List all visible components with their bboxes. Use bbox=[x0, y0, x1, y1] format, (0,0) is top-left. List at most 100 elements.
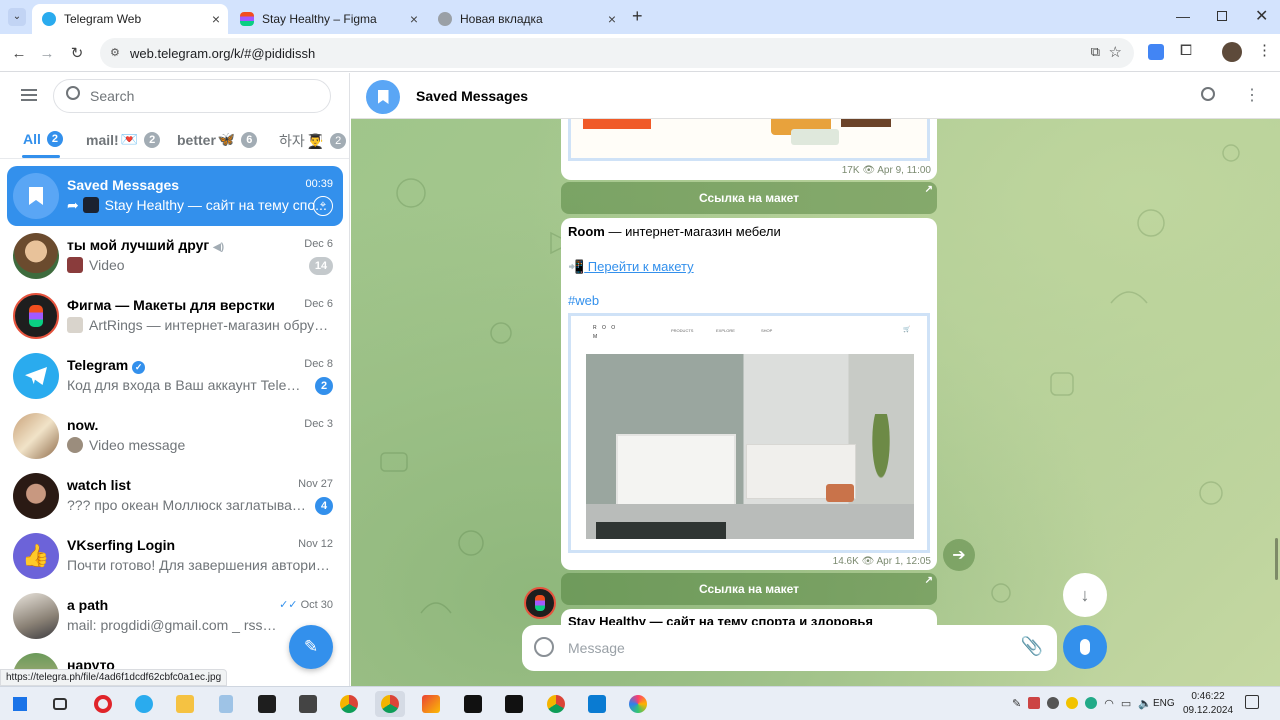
tab-telegram-web[interactable]: Telegram Web × bbox=[32, 4, 228, 34]
new-tab-button[interactable]: + bbox=[632, 6, 643, 27]
chrome-taskbar-icon[interactable] bbox=[334, 691, 364, 717]
forward-message-button[interactable]: ➔ bbox=[943, 539, 975, 571]
more-options-icon[interactable]: ⋮ bbox=[1244, 85, 1260, 105]
forward-icon[interactable]: → bbox=[36, 42, 58, 64]
back-icon[interactable]: ← bbox=[8, 42, 30, 64]
folder-label: All bbox=[23, 131, 41, 147]
close-tab-icon[interactable]: × bbox=[608, 12, 616, 26]
translate-icon[interactable] bbox=[1148, 44, 1164, 60]
view-count: 14.6K bbox=[832, 556, 859, 567]
extensions-icon[interactable]: ⧠ bbox=[1180, 42, 1192, 59]
app-star-icon[interactable] bbox=[458, 691, 488, 717]
search-messages-icon[interactable] bbox=[1201, 87, 1215, 101]
layout-link[interactable]: 📲 Перейти к макету bbox=[568, 259, 694, 275]
chrome-active-taskbar-icon[interactable] bbox=[375, 691, 405, 717]
preview-hero-image bbox=[586, 354, 914, 539]
link-hover-status: https://telegra.ph/file/4ad6f1dcdf62cbfc… bbox=[0, 669, 228, 686]
preview-box bbox=[791, 129, 839, 145]
tray-icons[interactable]: ✎ ◠ ▭ 🔈 bbox=[1012, 697, 1152, 710]
task-view-icon[interactable] bbox=[45, 691, 75, 717]
chat-item-best-friend[interactable]: ты мой лучший друг ◀) Video Dec 6 14 bbox=[7, 226, 343, 286]
hashtag[interactable]: #web bbox=[568, 293, 599, 308]
folder-count: 2 bbox=[330, 133, 347, 149]
main-menu-icon[interactable] bbox=[21, 89, 37, 101]
chrome-glyph bbox=[340, 695, 358, 713]
folder-tab-all[interactable]: All 2 bbox=[23, 131, 63, 147]
gmail-icon[interactable] bbox=[416, 691, 446, 717]
preview-plant bbox=[866, 414, 896, 504]
chat-title[interactable]: Saved Messages bbox=[416, 88, 528, 104]
chat-list-sidebar: Search All 2 mail! 💌 2 better 🦋 6 하자 👨‍🎓… bbox=[0, 73, 350, 686]
scroll-down-button[interactable]: ↓ bbox=[1063, 573, 1107, 617]
chat-date: Dec 3 bbox=[304, 418, 333, 430]
attach-icon[interactable]: 📎 bbox=[1021, 636, 1043, 657]
vscode-icon[interactable] bbox=[582, 691, 612, 717]
clock-time: 0:46:22 bbox=[1191, 691, 1225, 702]
address-bar[interactable]: ⚙ web.telegram.org/k/#@pididissh ⧉ ☆ bbox=[100, 38, 1134, 68]
preview-orange-button bbox=[583, 119, 651, 129]
link-preview-image[interactable]: R O O M PRODUCTS EXPLORE SHOP 🛒 bbox=[568, 313, 930, 553]
folder-tab-haja[interactable]: 하자 👨‍🎓 2 bbox=[279, 131, 347, 151]
site-info-icon[interactable]: ⚙ bbox=[110, 46, 120, 59]
chat-item-vkserfing[interactable]: 👍 VKserfing Login Почти готово! Для заве… bbox=[7, 526, 343, 586]
preview-thumbnail bbox=[82, 197, 99, 213]
link-preview-image[interactable] bbox=[568, 119, 930, 161]
telegram-taskbar-icon[interactable] bbox=[129, 691, 159, 717]
maximize-icon[interactable] bbox=[1217, 11, 1227, 21]
tab-new-tab[interactable]: Новая вкладка × bbox=[428, 4, 624, 34]
notifications-icon[interactable] bbox=[1245, 695, 1259, 709]
pinned-icon: ⌖ bbox=[313, 196, 333, 216]
notepad-icon[interactable] bbox=[211, 691, 241, 717]
emoji-icon[interactable] bbox=[534, 637, 554, 657]
volume-icon: 🔈 bbox=[1138, 698, 1152, 710]
install-app-icon[interactable]: ⧉ bbox=[1091, 44, 1100, 60]
figma-taskbar-icon[interactable] bbox=[252, 691, 282, 717]
url-text: web.telegram.org/k/#@pididissh bbox=[130, 45, 316, 61]
chrome-menu-icon[interactable]: ⋮ bbox=[1257, 41, 1272, 59]
avatar bbox=[13, 413, 59, 459]
chat-item-saved-messages[interactable]: Saved Messages ➦ Stay Healthy — сайт на … bbox=[7, 166, 343, 226]
language-indicator[interactable]: ENG bbox=[1153, 698, 1175, 709]
new-message-button[interactable]: ✎ bbox=[289, 625, 333, 669]
chat-item-telegram[interactable]: Telegram ✓ Код для входа в Ваш аккаунт T… bbox=[7, 346, 343, 406]
chat-name-text: Telegram bbox=[67, 357, 129, 373]
bookmark-star-icon[interactable]: ☆ bbox=[1109, 43, 1122, 61]
minimize-icon[interactable]: — bbox=[1176, 8, 1190, 24]
chat-item-now[interactable]: now. Video message Dec 3 bbox=[7, 406, 343, 466]
chrome-profile-icon[interactable] bbox=[541, 691, 571, 717]
layout-link-button[interactable]: Ссылка на макет ↗ bbox=[561, 182, 937, 214]
start-button[interactable] bbox=[5, 691, 35, 717]
scrollbar-thumb[interactable] bbox=[1275, 538, 1278, 580]
app-circle-icon[interactable] bbox=[623, 691, 653, 717]
file-explorer-icon[interactable] bbox=[170, 691, 200, 717]
app-r-icon[interactable] bbox=[499, 691, 529, 717]
chat-item-figma-layouts[interactable]: Фигма — Макеты для верстки ArtRings — ин… bbox=[7, 286, 343, 346]
search-input[interactable]: Search bbox=[53, 79, 331, 113]
clock[interactable]: 0:46:22 09.12.2024 bbox=[1182, 690, 1234, 718]
browser-toolbar: ← → ↻ ⚙ web.telegram.org/k/#@pididissh ⧉… bbox=[0, 34, 1280, 72]
chat-item-watch-list[interactable]: watch list ??? про океан Моллюск заглаты… bbox=[7, 466, 343, 526]
preview-chair bbox=[826, 484, 854, 502]
message-time: Apr 1, 12:05 bbox=[876, 556, 931, 567]
message-input[interactable]: Message 📎 bbox=[522, 625, 1057, 671]
layout-link-button[interactable]: Ссылка на макет ↗ bbox=[561, 573, 937, 605]
chat-preview-text: Stay Healthy — сайт на тему спо... bbox=[104, 197, 327, 213]
chat-avatar[interactable] bbox=[366, 80, 400, 114]
message-bubble-stay-healthy: Stay Healthy — сайт на тему спорта и здо… bbox=[561, 609, 937, 625]
app-g-icon[interactable] bbox=[293, 691, 323, 717]
close-tab-icon[interactable]: × bbox=[410, 12, 418, 26]
tab-search-dropdown-icon[interactable]: ⌄ bbox=[8, 8, 26, 26]
close-window-icon[interactable]: ✕ bbox=[1255, 6, 1268, 26]
sender-avatar[interactable] bbox=[524, 587, 556, 619]
wifi-icon: ◠ bbox=[1104, 698, 1114, 710]
voice-message-button[interactable] bbox=[1063, 625, 1107, 669]
folder-tab-mail[interactable]: mail! 💌 2 bbox=[86, 131, 161, 148]
reload-icon[interactable]: ↻ bbox=[66, 42, 88, 64]
folder-label: 하자 bbox=[279, 133, 305, 149]
folder-tab-better[interactable]: better 🦋 6 bbox=[177, 131, 258, 148]
tab-figma[interactable]: Stay Healthy – Figma × bbox=[230, 4, 426, 34]
close-tab-icon[interactable]: × bbox=[212, 12, 220, 26]
opera-icon[interactable] bbox=[88, 691, 118, 717]
gmail-glyph bbox=[422, 695, 440, 713]
profile-avatar[interactable] bbox=[1222, 42, 1242, 62]
